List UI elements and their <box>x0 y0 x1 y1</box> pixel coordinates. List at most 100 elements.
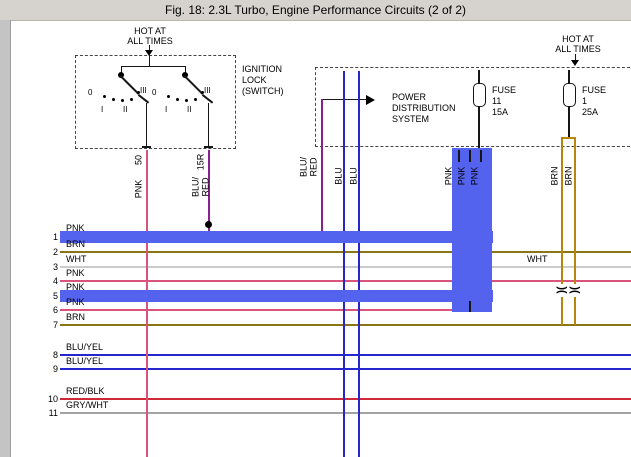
wire-color-label: BLU/YEL <box>66 342 103 352</box>
title-bar: Fig. 18: 2.3L Turbo, Engine Performance … <box>0 0 631 21</box>
wire-stub <box>469 150 471 162</box>
terminal-label: 50 <box>135 155 144 165</box>
switch-position-label: II <box>187 105 191 114</box>
power-label-line1: POWER <box>392 92 456 103</box>
circuit-number: 7 <box>42 320 58 330</box>
circuit-number: 5 <box>42 291 58 301</box>
wiring-diagram-window: Fig. 18: 2.3L Turbo, Engine Performance … <box>0 0 631 457</box>
power-label-line3: SYSTEM <box>392 114 456 125</box>
wire-color-label: PNK <box>471 167 480 186</box>
circuit-number: 1 <box>42 232 58 242</box>
switch-contact-dot <box>167 95 170 98</box>
inline-connector-icon: )( <box>571 286 580 293</box>
ignition-label-line3: (SWITCH) <box>242 86 284 97</box>
ignition-label-line1: IGNITION <box>242 64 284 75</box>
switch-position-label: 0 <box>88 88 92 97</box>
terminal-tick <box>142 146 151 148</box>
wire-color-label: WHT <box>527 254 548 264</box>
switch-contact-dot <box>176 98 179 101</box>
hot-label-line2: ALL TIMES <box>116 36 184 46</box>
wire-brn-2[interactable] <box>574 297 576 325</box>
switch-contact-dot <box>103 95 106 98</box>
fuse11-label: FUSE <box>492 85 516 95</box>
wire-blu-2[interactable] <box>358 71 360 457</box>
wire-color-label: PNK <box>458 167 467 186</box>
fuse-icon[interactable] <box>563 83 576 107</box>
wire-stub <box>480 150 482 162</box>
fuse1-label: FUSE <box>582 85 606 95</box>
switch-feed-line <box>149 55 150 66</box>
wire-color-label: PNK <box>66 282 85 292</box>
terminal-tick <box>204 146 213 148</box>
switch-contact-dot <box>130 98 133 101</box>
wire-color-label: BRN <box>551 166 560 185</box>
circuit-number: 6 <box>42 305 58 315</box>
wire-blu-red[interactable] <box>321 99 323 237</box>
wire-color-label: BLU/ <box>192 177 201 197</box>
wire-color-label: PNK <box>445 167 454 186</box>
wire-row-6[interactable] <box>60 309 472 311</box>
wire-blu-1[interactable] <box>343 71 345 457</box>
wire-color-label: BRN <box>66 239 85 249</box>
wire-color-label: BLU <box>350 167 359 185</box>
circuit-number: 2 <box>42 247 58 257</box>
wire-color-label: WHT <box>66 254 87 264</box>
ignition-label-line2: LOCK <box>242 75 284 86</box>
highlighted-circuit-row-5[interactable] <box>60 290 493 302</box>
fuse11-amps: 15A <box>492 107 508 117</box>
hot-label-line1: HOT AT <box>546 34 610 44</box>
down-arrow-icon <box>571 60 579 66</box>
circuit-number: 10 <box>42 394 58 404</box>
switch-position-label: 0 <box>152 88 156 97</box>
left-gutter <box>0 20 11 457</box>
switch-contact-dot <box>185 99 188 102</box>
fuse1-amps: 25A <box>582 107 598 117</box>
fuse11-wire[interactable] <box>478 70 480 150</box>
fuse1-number: 1 <box>582 96 587 106</box>
figure-title: Fig. 18: 2.3L Turbo, Engine Performance … <box>165 3 466 17</box>
wire-color-label: BRN <box>565 166 574 185</box>
junction-dot-icon <box>205 221 212 228</box>
wire-color-label: BLU <box>335 167 344 185</box>
wire-color-label: PNK <box>66 268 85 278</box>
wire-color-label: GRY/WHT <box>66 400 108 410</box>
wire-brn-1[interactable] <box>561 297 563 325</box>
switch-bus-line <box>121 66 186 67</box>
wire-color-label: RED <box>202 177 211 196</box>
switch-position-label: I <box>101 105 103 114</box>
circuit-number: 4 <box>42 276 58 286</box>
switch-terminal-line <box>146 103 147 147</box>
wire-color-label: RED/BLK <box>66 386 105 396</box>
fuse11-number: 11 <box>492 96 501 106</box>
circuit-number: 11 <box>42 408 58 418</box>
switch-terminal-line <box>208 103 209 147</box>
switch-contact-dot <box>121 99 124 102</box>
wire-brn-1[interactable] <box>561 138 563 284</box>
switch-position-label: III <box>140 86 147 95</box>
wire-color-label: BLU/ <box>300 157 309 177</box>
wire-stub <box>458 150 460 162</box>
wire-color-label: PNK <box>135 180 144 199</box>
fuse-icon[interactable] <box>473 83 486 107</box>
hot-at-all-times-label-right: HOT AT ALL TIMES <box>546 34 610 54</box>
highlighted-circuit-row-1[interactable] <box>60 231 493 243</box>
wire-color-label: BRN <box>66 312 85 322</box>
wire-stub <box>469 301 471 312</box>
power-label-line2: DISTRIBUTION <box>392 103 456 114</box>
ignition-lock-label: IGNITION LOCK (SWITCH) <box>242 64 284 97</box>
switch-position-label: II <box>123 105 127 114</box>
hot-label-line2: ALL TIMES <box>546 44 610 54</box>
wire-50-pnk[interactable] <box>146 150 148 457</box>
wire-brn-2[interactable] <box>574 138 576 284</box>
wire-color-label: PNK <box>66 297 85 307</box>
circuit-number: 9 <box>42 364 58 374</box>
right-arrow-icon <box>366 95 375 105</box>
wire-color-label: BLU/YEL <box>66 356 103 366</box>
switch-contact-dot <box>112 98 115 101</box>
hot-at-all-times-label-left: HOT AT ALL TIMES <box>116 26 184 46</box>
switch-position-label: I <box>165 105 167 114</box>
power-distribution-label: POWER DISTRIBUTION SYSTEM <box>392 92 456 125</box>
circuit-number: 3 <box>42 262 58 272</box>
wire-color-label: RED <box>310 157 319 176</box>
hot-label-line1: HOT AT <box>116 26 184 36</box>
